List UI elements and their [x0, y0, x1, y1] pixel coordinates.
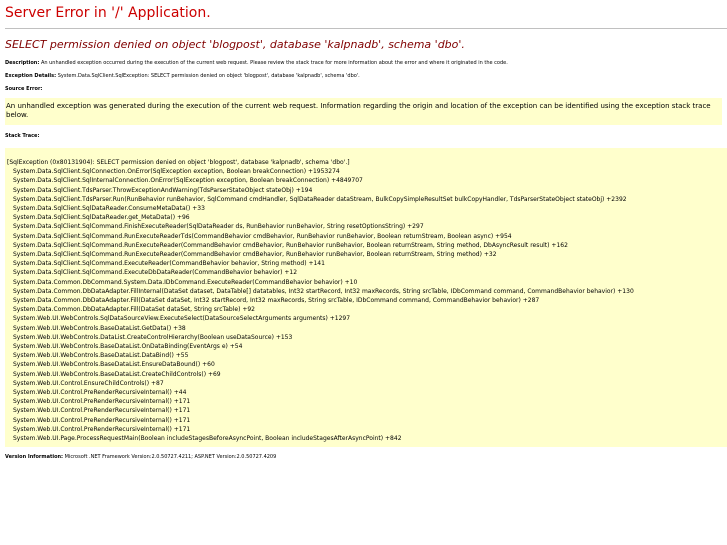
- stack-frame: System.Web.UI.WebControls.SqlDataSourceV…: [13, 315, 351, 323]
- stack-frame: System.Web.UI.Control.PreRenderRecursive…: [13, 416, 191, 424]
- source-error-box: An unhandled exception was generated dur…: [5, 98, 722, 125]
- stack-frame: System.Web.UI.WebControls.DataList.Creat…: [13, 333, 293, 341]
- stack-frame: System.Web.UI.Control.PreRenderRecursive…: [13, 425, 191, 433]
- stack-trace-heading: Stack Trace:: [5, 133, 727, 140]
- stack-frame: System.Data.SqlClient.SqlCommand.Execute…: [13, 269, 298, 277]
- stack-frame: System.Data.SqlClient.SqlConnection.OnEr…: [13, 168, 340, 176]
- stack-frame: System.Web.UI.WebControls.BaseDataList.O…: [13, 343, 243, 351]
- error-message: SELECT permission denied on object 'blog…: [5, 38, 465, 51]
- stack-frame: System.Data.Common.DbDataAdapter.Fill(Da…: [13, 297, 540, 305]
- stack-frame: System.Web.UI.Page.ProcessRequestMain(Bo…: [13, 435, 402, 443]
- stack-frame: System.Web.UI.WebControls.BaseDataList.G…: [13, 324, 186, 332]
- version-information-label: Version Information:: [5, 454, 64, 461]
- stack-trace-box: [SqlException (0x80131904): SELECT permi…: [5, 148, 727, 448]
- stack-frame: System.Data.Common.DbDataAdapter.FillInt…: [13, 287, 634, 295]
- description-line: Description: An unhandled exception occu…: [5, 60, 727, 67]
- stack-trace-header: [SqlException (0x80131904): SELECT permi…: [7, 159, 350, 166]
- stack-frame: System.Web.UI.WebControls.BaseDataList.E…: [13, 361, 215, 369]
- stack-frame: System.Data.SqlClient.SqlCommand.RunExec…: [13, 251, 497, 259]
- source-error-message: An unhandled exception was generated dur…: [6, 102, 711, 119]
- title-divider: [5, 28, 727, 29]
- source-error-heading: Source Error:: [5, 86, 727, 93]
- exception-details-text: System.Data.SqlClient.SqlException: SELE…: [57, 73, 360, 79]
- stack-frame: System.Web.UI.Control.EnsureChildControl…: [13, 379, 164, 387]
- stack-frame: System.Data.SqlClient.TdsParser.ThrowExc…: [13, 186, 313, 194]
- stack-frame: System.Data.SqlClient.SqlDataReader.Cons…: [13, 205, 205, 213]
- description-text: An unhandled exception occurred during t…: [40, 60, 508, 66]
- exception-details-label: Exception Details:: [5, 73, 57, 79]
- stack-frame: System.Data.SqlClient.SqlCommand.FinishE…: [13, 223, 424, 231]
- stack-frame: System.Data.SqlClient.SqlCommand.RunExec…: [13, 241, 568, 249]
- stack-frame: System.Data.SqlClient.SqlInternalConnect…: [13, 177, 363, 185]
- stack-frame: System.Web.UI.Control.PreRenderRecursive…: [13, 407, 191, 415]
- version-information-text: Microsoft .NET Framework Version:2.0.507…: [64, 454, 277, 461]
- exception-details-line: Exception Details: System.Data.SqlClient…: [5, 73, 727, 80]
- stack-frame: System.Data.Common.DbCommand.System.Data…: [13, 278, 358, 286]
- stack-frame: System.Data.SqlClient.SqlDataReader.get_…: [13, 214, 190, 222]
- error-page: Server Error in '/' Application. SELECT …: [5, 0, 727, 461]
- stack-frame: System.Data.Common.DbDataAdapter.Fill(Da…: [13, 306, 255, 314]
- version-information-line: Version Information: Microsoft .NET Fram…: [5, 454, 727, 461]
- page-title: Server Error in '/' Application.: [5, 5, 211, 21]
- stack-frame: System.Web.UI.WebControls.BaseDataList.D…: [13, 352, 189, 360]
- stack-frame: System.Data.SqlClient.SqlCommand.RunExec…: [13, 232, 512, 240]
- source-error-label: Source Error:: [5, 86, 43, 92]
- stack-frame: System.Data.SqlClient.TdsParser.Run(RunB…: [13, 195, 627, 203]
- stack-frame: System.Data.SqlClient.SqlCommand.Execute…: [13, 260, 325, 268]
- description-label: Description:: [5, 60, 40, 66]
- stack-frame: System.Web.UI.Control.PreRenderRecursive…: [13, 398, 191, 406]
- stack-frame: System.Web.UI.WebControls.BaseDataList.C…: [13, 370, 221, 378]
- stack-trace-label: Stack Trace:: [5, 133, 40, 139]
- stack-frame: System.Web.UI.Control.PreRenderRecursive…: [13, 389, 187, 397]
